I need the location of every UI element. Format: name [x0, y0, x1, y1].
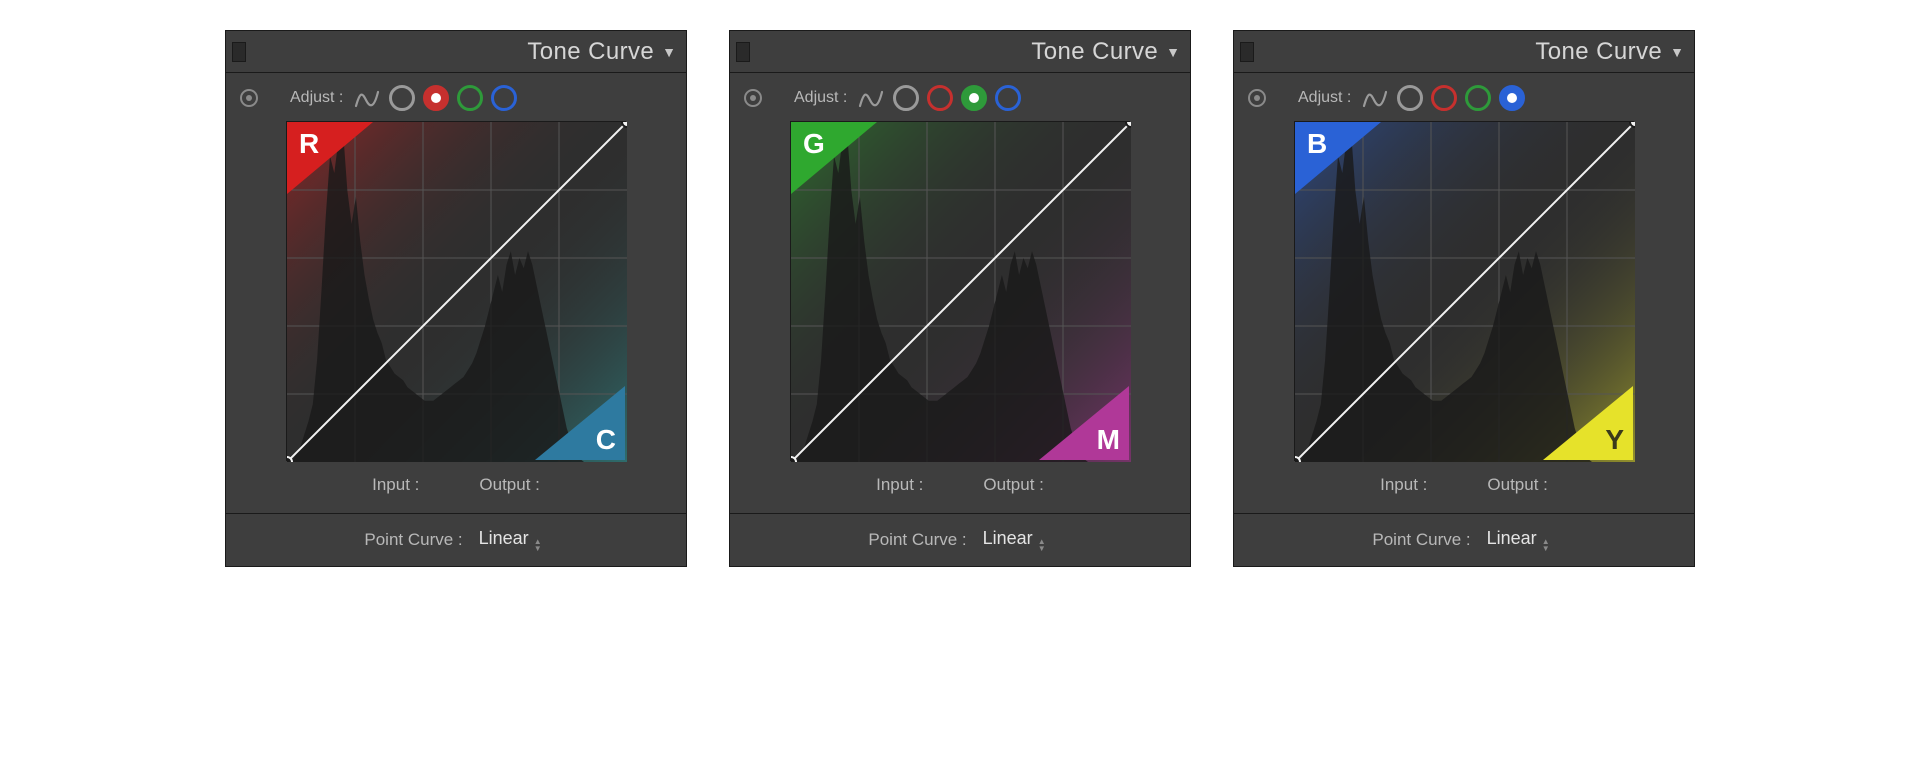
stepper-icon: ▲▼: [1542, 538, 1550, 552]
channel-blue-button[interactable]: [1499, 85, 1525, 111]
panel-drag-handle[interactable]: [232, 42, 246, 62]
panel-body: Adjust :: [1234, 73, 1694, 513]
parametric-curve-icon[interactable]: [353, 86, 381, 110]
channel-green-button[interactable]: [1465, 85, 1491, 111]
panel-title: Tone Curve: [1535, 38, 1662, 66]
channel-blue-button[interactable]: [995, 85, 1021, 111]
channel-rgb-button[interactable]: [389, 85, 415, 111]
point-curve-label: Point Curve :: [868, 530, 966, 550]
channel-red-button[interactable]: [927, 85, 953, 111]
output-label: Output :: [983, 475, 1043, 495]
collapse-icon[interactable]: ▼: [662, 44, 676, 60]
point-curve-value: Linear: [479, 528, 529, 548]
targeted-adjust-icon[interactable]: [1248, 89, 1266, 107]
channel-red-button[interactable]: [423, 85, 449, 111]
channel-rgb-button[interactable]: [1397, 85, 1423, 111]
curve-canvas[interactable]: RC: [286, 121, 626, 461]
targeted-adjust-icon[interactable]: [744, 89, 762, 107]
channel-corner-bottom-letter: Y: [1605, 424, 1625, 456]
channel-rgb-button[interactable]: [893, 85, 919, 111]
collapse-icon[interactable]: ▼: [1166, 44, 1180, 60]
point-curve-value: Linear: [983, 528, 1033, 548]
parametric-curve-icon[interactable]: [1361, 86, 1389, 110]
channel-corner-top-letter: G: [803, 128, 826, 160]
input-label: Input :: [1380, 475, 1427, 495]
targeted-adjust-icon[interactable]: [240, 89, 258, 107]
adjust-row: Adjust :: [744, 81, 1176, 121]
input-label: Input :: [876, 475, 923, 495]
channel-green-button[interactable]: [457, 85, 483, 111]
panel-drag-handle[interactable]: [1240, 42, 1254, 62]
curve-canvas[interactable]: GM: [790, 121, 1130, 461]
panel-title: Tone Curve: [527, 38, 654, 66]
channel-corner-top-letter: B: [1307, 128, 1328, 160]
input-output-readout: Input : Output :: [240, 461, 672, 499]
tone-curve-panel-1: Tone Curve ▼ Adjust :: [729, 30, 1191, 567]
input-output-readout: Input : Output :: [744, 461, 1176, 499]
panel-header[interactable]: Tone Curve ▼: [730, 31, 1190, 73]
curve-canvas[interactable]: BY: [1294, 121, 1634, 461]
output-label: Output :: [1487, 475, 1547, 495]
collapse-icon[interactable]: ▼: [1670, 44, 1684, 60]
point-curve-select[interactable]: Linear ▲▼: [473, 526, 548, 554]
adjust-row: Adjust :: [1248, 81, 1680, 121]
tone-curve-panel-2: Tone Curve ▼ Adjust :: [1233, 30, 1695, 567]
input-output-readout: Input : Output :: [1248, 461, 1680, 499]
channel-corner-bottom-letter: C: [596, 424, 617, 456]
stepper-icon: ▲▼: [534, 538, 542, 552]
panel-footer: Point Curve : Linear ▲▼: [730, 513, 1190, 566]
point-curve-select[interactable]: Linear ▲▼: [1481, 526, 1556, 554]
channel-green-button[interactable]: [961, 85, 987, 111]
channel-blue-button[interactable]: [491, 85, 517, 111]
adjust-label: Adjust :: [794, 89, 847, 107]
input-label: Input :: [372, 475, 419, 495]
panel-footer: Point Curve : Linear ▲▼: [1234, 513, 1694, 566]
panel-header[interactable]: Tone Curve ▼: [1234, 31, 1694, 73]
adjust-label: Adjust :: [1298, 89, 1351, 107]
panel-title: Tone Curve: [1031, 38, 1158, 66]
point-curve-value: Linear: [1487, 528, 1537, 548]
panel-footer: Point Curve : Linear ▲▼: [226, 513, 686, 566]
stepper-icon: ▲▼: [1038, 538, 1046, 552]
point-curve-select[interactable]: Linear ▲▼: [977, 526, 1052, 554]
panel-drag-handle[interactable]: [736, 42, 750, 62]
panel-header[interactable]: Tone Curve ▼: [226, 31, 686, 73]
parametric-curve-icon[interactable]: [857, 86, 885, 110]
channel-red-button[interactable]: [1431, 85, 1457, 111]
adjust-row: Adjust :: [240, 81, 672, 121]
panel-body: Adjust :: [226, 73, 686, 513]
adjust-label: Adjust :: [290, 89, 343, 107]
output-label: Output :: [479, 475, 539, 495]
channel-corner-bottom-letter: M: [1097, 424, 1121, 456]
channel-corner-top-letter: R: [299, 128, 320, 160]
panel-body: Adjust :: [730, 73, 1190, 513]
tone-curve-panel-0: Tone Curve ▼ Adjust :: [225, 30, 687, 567]
point-curve-label: Point Curve :: [364, 530, 462, 550]
point-curve-label: Point Curve :: [1372, 530, 1470, 550]
